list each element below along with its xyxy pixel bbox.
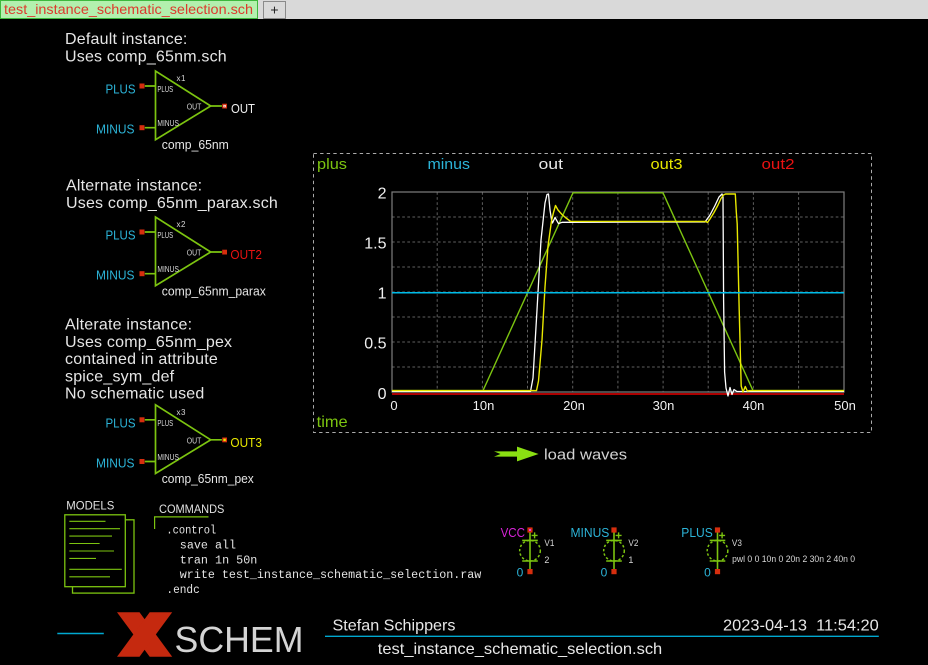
svg-text:Default instance:: Default instance:: [65, 31, 188, 48]
svg-text:PLUS: PLUS: [157, 231, 173, 240]
svg-text:2: 2: [378, 186, 387, 203]
svg-text:out2: out2: [762, 156, 795, 173]
svg-text:OUT2: OUT2: [230, 247, 262, 262]
svg-text:write test_instance_schematic_: write test_instance_schematic_selection.…: [180, 569, 482, 582]
svg-text:PLUS: PLUS: [157, 85, 173, 94]
svg-text:out3: out3: [651, 156, 683, 173]
svg-text:MINUS: MINUS: [571, 525, 610, 540]
svg-text:50n: 50n: [834, 398, 856, 413]
svg-text:No schematic used: No schematic used: [65, 386, 204, 403]
svg-text:OUT: OUT: [187, 249, 202, 258]
svg-text:x3: x3: [177, 408, 187, 417]
svg-text:spice_sym_def: spice_sym_def: [65, 368, 175, 385]
svg-text:MINUS: MINUS: [157, 453, 179, 462]
svg-text:Uses comp_65nm_parax.sch: Uses comp_65nm_parax.sch: [66, 195, 278, 212]
svg-text:MODELS: MODELS: [66, 499, 114, 513]
svg-text:comp_65nm_pex: comp_65nm_pex: [162, 471, 254, 486]
svg-text:test_instance_schematic_select: test_instance_schematic_selection.sch: [378, 641, 662, 658]
svg-text:SCHEM: SCHEM: [175, 619, 304, 660]
svg-text:VCC: VCC: [501, 525, 525, 540]
svg-text:MINUS: MINUS: [96, 456, 135, 471]
svg-text:Alterate instance:: Alterate instance:: [65, 317, 192, 334]
svg-text:PLUS: PLUS: [106, 82, 136, 97]
svg-text:tran 1n 50n: tran 1n 50n: [180, 554, 257, 567]
svg-text:2023-04-13 11:54:20: 2023-04-13 11:54:20: [723, 617, 879, 634]
svg-text:Uses comp_65nm.sch: Uses comp_65nm.sch: [65, 49, 227, 66]
svg-text:V2: V2: [628, 538, 638, 548]
svg-text:MINUS: MINUS: [96, 268, 135, 283]
svg-text:time: time: [317, 414, 348, 431]
svg-text:MINUS: MINUS: [96, 122, 135, 137]
svg-text:OUT: OUT: [187, 103, 202, 112]
svg-text:OUT: OUT: [231, 101, 255, 116]
svg-text:Uses comp_65nm_pex: Uses comp_65nm_pex: [65, 334, 232, 351]
svg-text:MINUS: MINUS: [157, 119, 179, 128]
svg-text:V3: V3: [732, 538, 742, 548]
svg-text:0: 0: [390, 398, 397, 413]
svg-text:MINUS: MINUS: [157, 265, 179, 274]
svg-text:0: 0: [378, 386, 387, 403]
svg-text:PLUS: PLUS: [681, 525, 713, 540]
svg-text:COMMANDS: COMMANDS: [159, 502, 224, 516]
svg-text:plus: plus: [317, 156, 347, 173]
svg-text:1: 1: [628, 555, 633, 565]
svg-text:comp_65nm_parax: comp_65nm_parax: [162, 284, 266, 299]
svg-text:0: 0: [601, 566, 608, 580]
svg-text:30n: 30n: [653, 398, 675, 413]
svg-text:OUT: OUT: [187, 437, 202, 446]
svg-text:pwl 0 0 10n 0 20n 2 30n 2 40n: pwl 0 0 10n 0 20n 2 30n 2 40n 0: [732, 554, 855, 564]
svg-text:test_instance_schematic_select: test_instance_schematic_selection.sch: [4, 1, 253, 17]
svg-text:+: +: [270, 2, 278, 18]
svg-text:0: 0: [517, 566, 524, 580]
svg-text:10n: 10n: [473, 398, 495, 413]
svg-text:comp_65nm: comp_65nm: [162, 137, 229, 152]
svg-text:PLUS: PLUS: [106, 415, 136, 430]
svg-text:.control: .control: [166, 525, 216, 538]
svg-text:save all: save all: [180, 539, 236, 552]
svg-text:0.5: 0.5: [364, 336, 386, 353]
svg-text:minus: minus: [428, 156, 471, 173]
svg-text:contained in attribute: contained in attribute: [65, 351, 218, 368]
svg-text:x1: x1: [177, 74, 187, 83]
svg-text:load waves: load waves: [544, 446, 627, 463]
svg-text:20n: 20n: [563, 398, 585, 413]
svg-text:40n: 40n: [743, 398, 765, 413]
svg-text:1.5: 1.5: [364, 236, 386, 253]
svg-text:out: out: [539, 156, 564, 173]
svg-text:V1: V1: [544, 538, 554, 548]
svg-text:OUT3: OUT3: [230, 435, 262, 450]
svg-text:PLUS: PLUS: [157, 419, 173, 428]
svg-text:1: 1: [378, 286, 387, 303]
svg-text:x2: x2: [177, 220, 187, 229]
svg-text:Alternate instance:: Alternate instance:: [66, 178, 202, 195]
svg-text:.endc: .endc: [166, 584, 199, 597]
svg-text:0: 0: [704, 566, 711, 580]
svg-text:Stefan Schippers: Stefan Schippers: [333, 617, 456, 634]
svg-text:PLUS: PLUS: [106, 228, 136, 243]
svg-text:2: 2: [544, 555, 549, 565]
